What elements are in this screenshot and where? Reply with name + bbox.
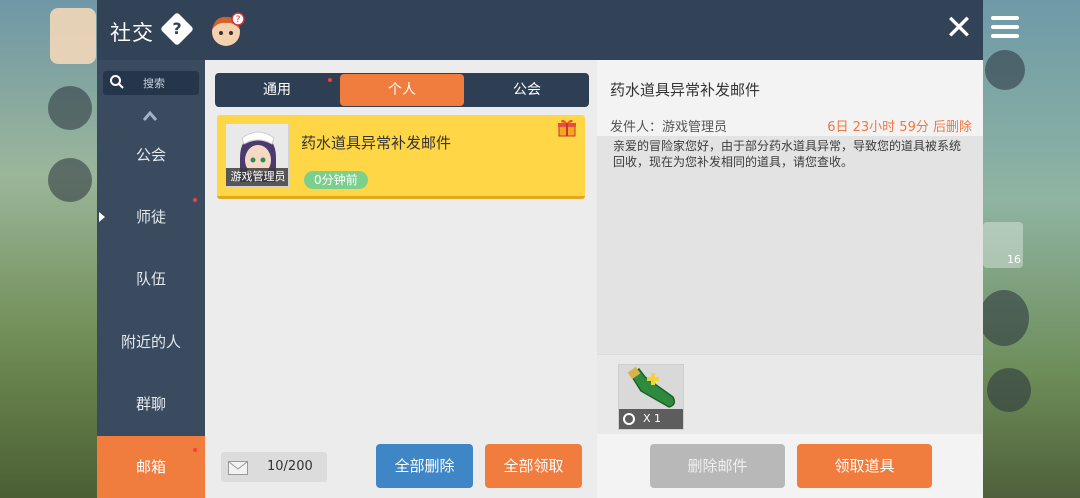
menu-icon[interactable] <box>991 16 1019 38</box>
sidebar-item-label: 公会 <box>135 146 166 164</box>
sidebar-item-guild[interactable]: 公会 <box>97 124 205 186</box>
delete-mail-button[interactable]: 删除邮件 <box>650 444 785 488</box>
sidebar-item-label: 邮箱 <box>135 458 166 476</box>
title-bar: 社交 ? ? ✕ <box>97 0 983 60</box>
sidebar: 搜索 公会 师徒 队伍 附近的人 群聊 邮箱 <box>97 60 205 498</box>
mascot-icon[interactable]: ? <box>207 12 245 48</box>
menu-bubble[interactable] <box>48 86 92 130</box>
mail-body: 亲爱的冒险家您好，由于部分药水道具异常，导致您的道具被系统回收，现在为您补发相同… <box>597 136 983 354</box>
map-pin-icon[interactable] <box>985 50 1025 90</box>
sender-tag: 游戏管理员 <box>226 168 288 186</box>
chevron-up-icon[interactable] <box>142 110 158 122</box>
game-background-right: 16 <box>979 0 1080 498</box>
notification-dot <box>328 78 332 82</box>
item-slot[interactable]: 16 <box>983 222 1023 268</box>
sidebar-item-team[interactable]: 队伍 <box>97 248 205 310</box>
close-button[interactable]: ✕ <box>943 11 975 45</box>
mailbox-count: 10/200 <box>267 459 313 474</box>
sender-label: 发件人：游戏管理员 <box>610 120 728 135</box>
game-background-left <box>0 0 97 498</box>
expiry-text: 6日 23小时 59分 后删除 <box>827 120 972 135</box>
menu-bubble[interactable] <box>48 158 92 202</box>
mail-time-badge: 0分钟前 <box>304 171 368 189</box>
expand-arrow-icon <box>99 212 105 222</box>
mail-detail-panel: 药水道具异常补发邮件 发件人：游戏管理员 6日 23小时 59分 后删除 亲爱的… <box>597 60 983 498</box>
search-icon <box>110 75 124 89</box>
tab-label: 个人 <box>388 82 416 98</box>
attachment-item[interactable]: X 1 <box>618 364 684 430</box>
mail-title: 药水道具异常补发邮件 <box>301 134 452 152</box>
help-symbol: ? <box>172 19 182 38</box>
avatar: 游戏管理员 <box>225 123 289 187</box>
attachment-area: X 1 <box>597 354 983 434</box>
tab-general[interactable]: 通用 <box>215 73 339 107</box>
social-window: 社交 ? ? ✕ 搜索 公会 师徒 队伍 附近的人 群聊 邮箱 通用 个人 公会… <box>97 0 983 498</box>
list-item[interactable]: 游戏管理员 药水道具异常补发邮件 0分钟前 <box>217 115 585 199</box>
sidebar-item-mailbox[interactable]: 邮箱 <box>97 436 205 498</box>
svg-text:?: ? <box>236 15 241 25</box>
clock-icon <box>623 413 635 425</box>
sidebar-item-label: 群聊 <box>135 395 166 413</box>
tab-label: 公会 <box>513 82 541 98</box>
sender-row: 发件人：游戏管理员 6日 23小时 59分 后删除 <box>610 116 972 136</box>
plus-button[interactable] <box>979 290 1029 346</box>
search-input[interactable]: 搜索 <box>103 71 199 95</box>
sidebar-item-nearby[interactable]: 附近的人 <box>97 311 205 373</box>
character-portrait <box>50 8 96 64</box>
mail-body-text: 亲爱的冒险家您好，由于部分药水道具异常，导致您的道具被系统回收，现在为您补发相同… <box>613 139 962 169</box>
gift-icon <box>558 119 576 137</box>
notification-dot <box>193 198 197 202</box>
sidebar-item-label: 队伍 <box>135 270 166 288</box>
sidebar-item-group-chat[interactable]: 群聊 <box>97 373 205 435</box>
mail-tabs: 通用 个人 公会 <box>215 73 589 107</box>
window-title: 社交 <box>110 21 154 45</box>
item-count: 16 <box>1007 253 1021 266</box>
sidebar-item-label: 师徒 <box>135 208 166 226</box>
help-icon[interactable]: ? <box>160 12 194 46</box>
delete-all-button[interactable]: 全部删除 <box>376 444 473 488</box>
sidebar-item-mentor[interactable]: 师徒 <box>97 186 205 248</box>
attachment-quantity: X 1 <box>643 412 662 425</box>
notification-dot <box>193 448 197 452</box>
tab-guild[interactable]: 公会 <box>465 73 589 107</box>
refresh-button[interactable] <box>987 368 1031 412</box>
claim-item-button[interactable]: 领取道具 <box>797 444 932 488</box>
claim-all-button[interactable]: 全部领取 <box>485 444 582 488</box>
sidebar-item-label: 附近的人 <box>120 333 181 351</box>
mail-list-panel: 通用 个人 公会 游戏管理员 药水道具异常补发邮件 0分钟前 10/200 全部… <box>205 60 597 498</box>
potion-bottle-icon <box>627 366 676 408</box>
search-placeholder: 搜索 <box>143 77 165 90</box>
tab-label: 通用 <box>263 82 291 98</box>
detail-title: 药水道具异常补发邮件 <box>610 81 761 99</box>
envelope-icon <box>228 461 248 475</box>
tab-personal[interactable]: 个人 <box>340 74 464 106</box>
mailbox-capacity: 10/200 <box>221 452 327 482</box>
attachment-quantity-bar: X 1 <box>619 409 683 429</box>
